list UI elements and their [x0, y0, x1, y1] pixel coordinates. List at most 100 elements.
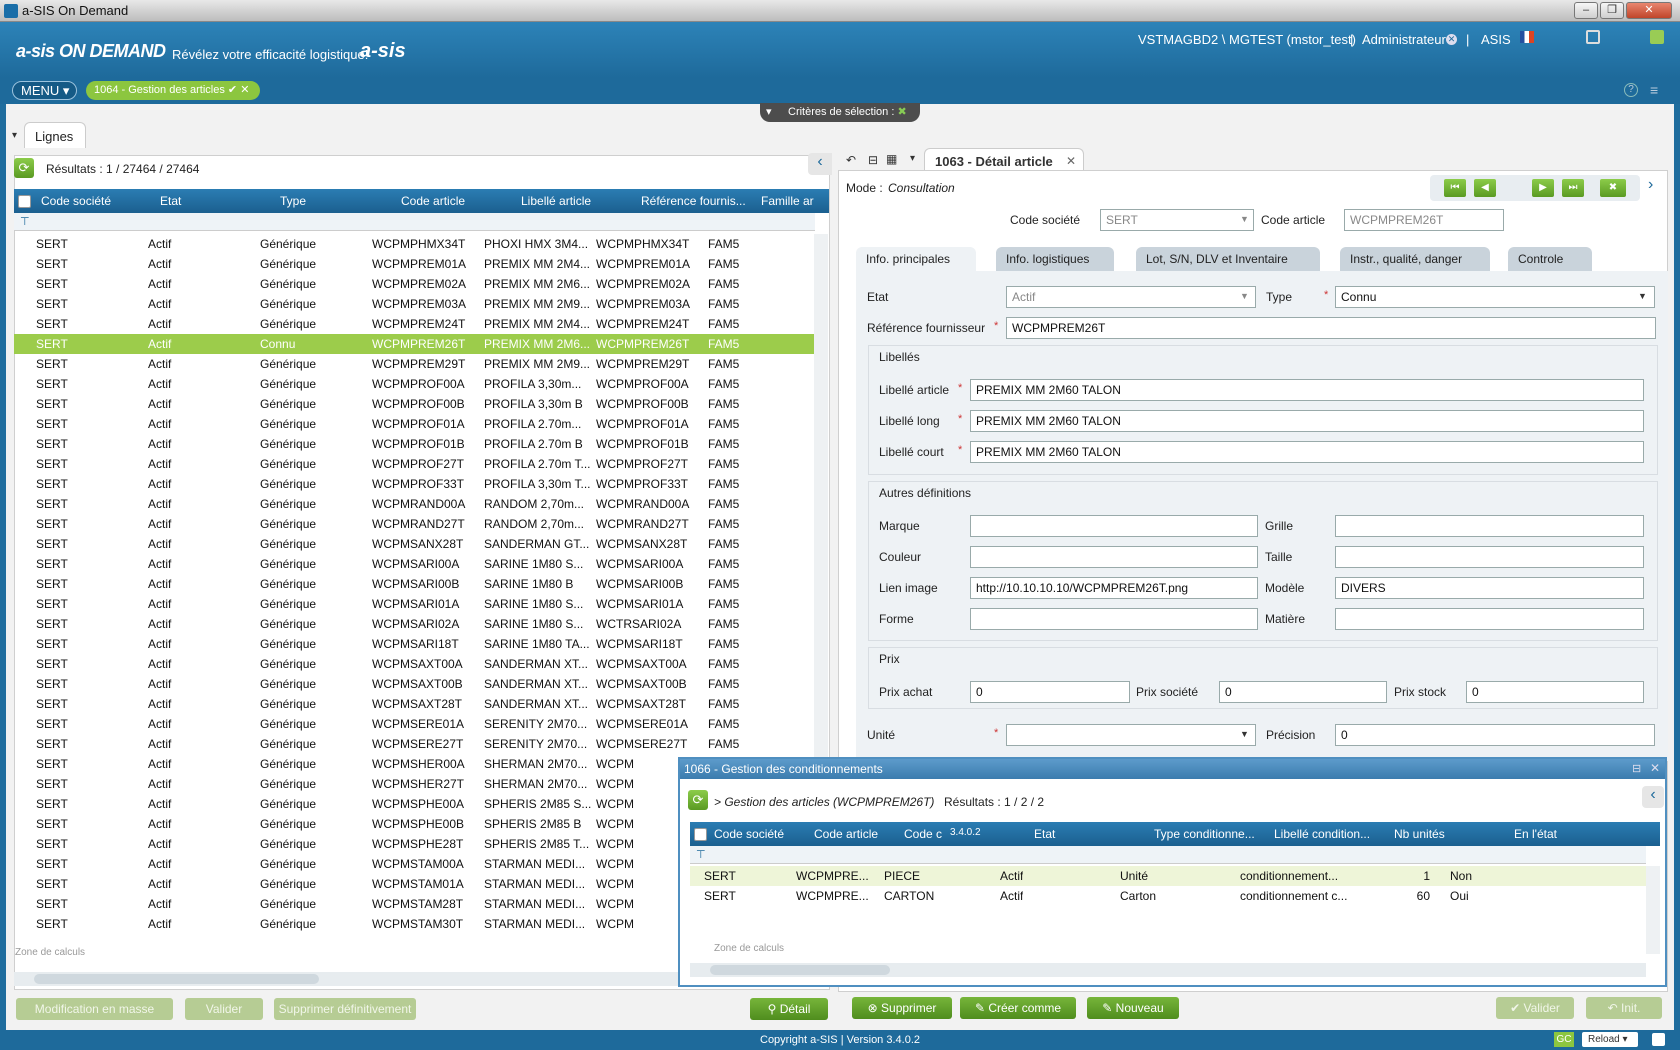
- prix-stock-field[interactable]: 0: [1466, 681, 1644, 703]
- table-row[interactable]: SERT Actif Générique WCPMSERE27T SERENITY 2M…: [14, 734, 815, 754]
- marque-field[interactable]: [970, 515, 1258, 537]
- gc-button[interactable]: GC: [1554, 1032, 1574, 1047]
- user-label[interactable]: ASIS: [1481, 32, 1511, 47]
- table-row[interactable]: SERT Actif Générique WCPMPREM02A PREMIX MM 2…: [14, 274, 815, 294]
- couleur-field[interactable]: [970, 546, 1258, 568]
- validate-button-left[interactable]: Valider: [185, 998, 263, 1020]
- reference-field[interactable]: WCPMPREM26T: [1006, 317, 1656, 339]
- table-row[interactable]: SERT Actif Générique WCPMRAND27T RANDOM 2,70…: [14, 514, 815, 534]
- col-code-cond[interactable]: Code c: [904, 827, 942, 841]
- col-type-cond[interactable]: Type conditionne...: [1154, 827, 1255, 841]
- col-code-societe[interactable]: Code société: [714, 827, 784, 841]
- help-icon[interactable]: ?: [1624, 83, 1638, 97]
- table-row[interactable]: SERT Actif Générique WCPMSAXT00A SANDERMAN X…: [14, 654, 815, 674]
- footer-checkbox[interactable]: [1652, 1033, 1665, 1046]
- tab-info-logistiques[interactable]: Info. logistiques: [996, 247, 1114, 271]
- undo-icon[interactable]: ↶: [846, 153, 856, 167]
- col-code-article[interactable]: Code article: [401, 194, 465, 208]
- table-row[interactable]: SERT Actif Générique WCPMPREM03A PREMIX MM 2…: [14, 294, 815, 314]
- unite-select[interactable]: [1006, 724, 1256, 746]
- validate-button[interactable]: ✔ Valider: [1496, 997, 1574, 1019]
- table-row[interactable]: SERT Actif Générique WCPMPROF00B PROFILA 3,3…: [14, 394, 815, 414]
- collapse-panel-icon[interactable]: ‹: [1642, 786, 1664, 808]
- col-libelle-article[interactable]: Libellé article: [521, 194, 591, 208]
- tab-controle[interactable]: Controle: [1508, 247, 1592, 271]
- collapse-panel-icon[interactable]: ‹: [808, 153, 832, 175]
- prix-societe-field[interactable]: 0: [1219, 681, 1387, 703]
- table-row[interactable]: SERT Actif Générique WCPMPROF01B PROFILA 2.7…: [14, 434, 815, 454]
- reload-select[interactable]: Reload ▾: [1582, 1032, 1638, 1047]
- first-record-icon[interactable]: ⏮: [1444, 179, 1466, 197]
- table-row[interactable]: SERT Actif Générique WCPMPHMX34T PHOXI HMX 3…: [14, 234, 815, 254]
- create-as-button[interactable]: ✎ Créer comme: [960, 997, 1076, 1019]
- col-nb-unites[interactable]: Nb unités: [1394, 827, 1445, 841]
- col-famille[interactable]: Famille ar: [761, 194, 814, 208]
- lien-image-field[interactable]: http://10.10.10.10/WCPMPREM26T.png: [970, 577, 1258, 599]
- checklist-icon[interactable]: [1650, 30, 1664, 44]
- modele-field[interactable]: DIVERS: [1335, 577, 1644, 599]
- minimize-button[interactable]: –: [1574, 2, 1598, 19]
- close-icon[interactable]: ✕: [240, 84, 249, 96]
- expand-panel-icon[interactable]: ›: [1648, 176, 1653, 194]
- select-all-checkbox[interactable]: [18, 195, 31, 208]
- table-row[interactable]: SERT Actif Générique WCPMSAXT00B SANDERMAN X…: [14, 674, 815, 694]
- open-tab-chip[interactable]: 1064 - Gestion des articles ✔ ✕: [86, 81, 260, 100]
- menu-button[interactable]: MENU ▾: [12, 81, 77, 100]
- table-row[interactable]: SERT Actif Générique WCPMSARI00B SARINE 1M80…: [14, 574, 815, 594]
- tab-lot-sn[interactable]: Lot, S/N, DLV et Inventaire: [1136, 247, 1320, 271]
- close-window-button[interactable]: ✕: [1626, 2, 1672, 19]
- role-label[interactable]: Administrateur: [1362, 32, 1446, 47]
- filter-row[interactable]: ⊤: [690, 846, 1646, 864]
- section-lignes[interactable]: Lignes: [24, 122, 86, 148]
- next-record-icon[interactable]: ▶: [1532, 179, 1554, 197]
- libelle-article-field[interactable]: PREMIX MM 2M60 TALON: [970, 379, 1644, 401]
- table-row[interactable]: SERT Actif Générique WCPMPROF33T PROFILA 3,3…: [14, 474, 815, 494]
- col-type[interactable]: Type: [280, 194, 306, 208]
- refresh-icon[interactable]: ⟳: [688, 790, 708, 810]
- refresh-icon[interactable]: ⟳: [14, 158, 34, 178]
- delete-permanently-button[interactable]: Supprimer définitivement: [274, 998, 416, 1020]
- detail-button[interactable]: ⚲ Détail: [750, 998, 828, 1020]
- table-row[interactable]: SERT Actif Générique WCPMPREM29T PREMIX MM 2…: [14, 354, 815, 374]
- table-row[interactable]: SERT Actif Générique WCPMSARI01A SARINE 1M80…: [14, 594, 815, 614]
- table-row[interactable]: SERT Actif Générique WCPMSARI00A SARINE 1M80…: [14, 554, 815, 574]
- forme-field[interactable]: [970, 608, 1258, 630]
- role-clear-icon[interactable]: ✕: [1446, 34, 1457, 45]
- table-row[interactable]: SERT Actif Générique WCPMPREM01A PREMIX MM 2…: [14, 254, 815, 274]
- table-row[interactable]: SERT Actif Générique WCPMSARI18T SARINE 1M80…: [14, 634, 815, 654]
- chevron-down-icon[interactable]: ▾: [910, 153, 915, 164]
- mass-edit-button[interactable]: Modification en masse: [16, 998, 173, 1020]
- flag-fr-icon[interactable]: [1520, 31, 1534, 43]
- collapse-icon[interactable]: ▾: [12, 130, 17, 141]
- table-row[interactable]: SERT WCPMPRE... PIECE Actif Unité conditionne…: [690, 866, 1646, 886]
- precision-field[interactable]: 0: [1335, 724, 1655, 746]
- etat-select[interactable]: Actif: [1006, 286, 1256, 308]
- col-etat[interactable]: Etat: [160, 194, 181, 208]
- prix-achat-field[interactable]: 0: [970, 681, 1130, 703]
- select-all-checkbox[interactable]: [694, 828, 707, 841]
- table-row[interactable]: SERT Actif Générique WCPMPROF01A PROFILA 2.7…: [14, 414, 815, 434]
- type-select[interactable]: Connu: [1335, 286, 1655, 308]
- table-row[interactable]: SERT Actif Générique WCPMPROF27T PROFILA 2.7…: [14, 454, 815, 474]
- table-row[interactable]: SERT Actif Connu WCPMPREM26T PREMIX MM 2M6..…: [14, 334, 815, 354]
- taille-field[interactable]: [1335, 546, 1644, 568]
- prev-record-icon[interactable]: ◀: [1474, 179, 1496, 197]
- layout-icon[interactable]: ⊟: [868, 153, 878, 167]
- vertical-scrollbar[interactable]: [1646, 866, 1660, 954]
- table-row[interactable]: SERT Actif Générique WCPMSERE01A SERENITY 2M…: [14, 714, 815, 734]
- filter-row[interactable]: ⊤: [14, 213, 815, 231]
- grille-field[interactable]: [1335, 515, 1644, 537]
- window-icon[interactable]: [1586, 30, 1600, 44]
- table-row[interactable]: SERT Actif Générique WCPMRAND00A RANDOM 2,70…: [14, 494, 815, 514]
- tools-icon[interactable]: ✖: [1600, 179, 1626, 197]
- tab-instructions[interactable]: Instr., qualité, danger: [1340, 247, 1490, 271]
- col-code-article[interactable]: Code article: [814, 827, 878, 841]
- code-article-field[interactable]: WCPMPREM26T: [1344, 209, 1504, 231]
- horizontal-scrollbar[interactable]: [14, 972, 714, 986]
- restore-icon[interactable]: ⊟: [1632, 762, 1641, 775]
- last-record-icon[interactable]: ⏭: [1562, 179, 1584, 197]
- delete-button[interactable]: ⊗ Supprimer: [852, 997, 952, 1019]
- tab-info-principales[interactable]: Info. principales: [856, 247, 976, 271]
- matiere-field[interactable]: [1335, 608, 1644, 630]
- close-icon[interactable]: ✕: [1650, 761, 1660, 775]
